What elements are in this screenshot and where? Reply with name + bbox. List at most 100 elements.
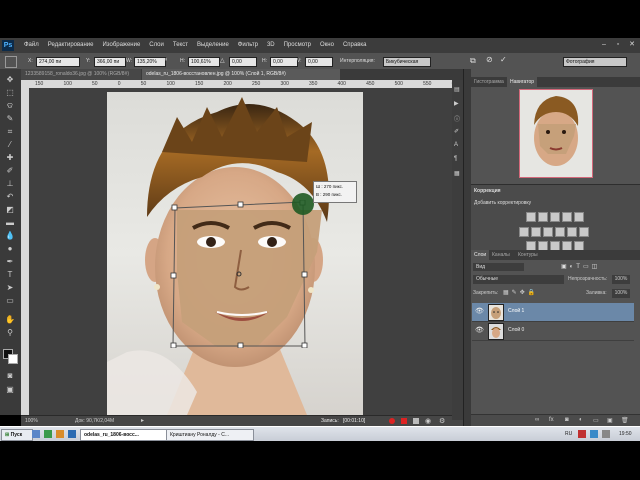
quick-select-tool-icon[interactable]: ✎ — [5, 114, 15, 124]
path-select-icon[interactable]: ➤ — [5, 283, 15, 293]
record-icon[interactable] — [389, 418, 395, 424]
healing-tool-icon[interactable]: ✚ — [5, 153, 15, 163]
layer-style-icon[interactable]: fx — [549, 417, 554, 423]
hskew-field[interactable]: 0,00 — [270, 57, 298, 67]
menu-view[interactable]: Просмотр — [284, 38, 311, 53]
tab-channels[interactable]: Каналы — [489, 250, 513, 260]
y-field[interactable]: 366,00 пи — [94, 57, 126, 67]
tab-layers[interactable]: Слои — [471, 250, 490, 260]
menu-layers[interactable]: Слои — [149, 38, 164, 53]
ps-quicklaunch-icon[interactable] — [68, 430, 76, 438]
taskbar-item-browser[interactable]: Криштиану Роналду - С... — [166, 429, 254, 441]
group-icon[interactable]: ▭ — [593, 417, 599, 424]
maximize-icon[interactable]: ▫ — [614, 41, 622, 49]
menu-type[interactable]: Текст — [173, 38, 188, 53]
history-brush-icon[interactable]: ↶ — [5, 192, 15, 202]
exposure-icon[interactable] — [562, 212, 572, 222]
dodge-tool-icon[interactable]: ● — [5, 244, 15, 254]
zoom-tool-icon[interactable]: ⚲ — [5, 328, 15, 338]
levels-icon[interactable] — [538, 212, 548, 222]
blend-mode-select[interactable]: Обычные — [473, 275, 564, 284]
menu-image[interactable]: Изображение — [102, 38, 140, 53]
curves-icon[interactable] — [550, 212, 560, 222]
quick-mask-icon[interactable]: ◙ — [5, 371, 15, 381]
eraser-tool-icon[interactable]: ◩ — [5, 205, 15, 215]
brush-panel-icon[interactable]: ✐ — [454, 128, 459, 135]
brightness-icon[interactable] — [526, 212, 536, 222]
paragraph-panel-icon[interactable]: ¶ — [454, 156, 457, 162]
background-color-swatch[interactable] — [8, 354, 18, 364]
stamp-tool-icon[interactable]: ⊥ — [5, 179, 15, 189]
menu-window[interactable]: Окно — [320, 38, 334, 53]
actions-panel-icon[interactable]: ▶ — [454, 100, 459, 107]
camera-icon[interactable]: ◉ — [425, 417, 431, 426]
w-field[interactable]: 135,20% — [134, 57, 166, 67]
document-canvas[interactable]: Ш : 270 пикс. В : 290 пикс. — [29, 88, 463, 415]
tab-odelas[interactable]: odelas_ru_1806-восстановлен.jpg @ 100% (… — [142, 69, 340, 80]
folder-icon[interactable] — [56, 430, 64, 438]
interpolation-select[interactable]: Бикубическая — [383, 57, 431, 67]
tray-icon[interactable] — [602, 430, 610, 438]
color-lookup-icon[interactable] — [579, 227, 589, 237]
type-tool-icon[interactable]: T — [5, 270, 15, 280]
menu-help[interactable]: Справка — [343, 38, 367, 53]
menu-filter[interactable]: Фильтр — [238, 38, 258, 53]
vibrance-icon[interactable] — [574, 212, 584, 222]
layer-row[interactable]: 👁 Слой 0 — [472, 322, 634, 341]
move-tool-icon[interactable]: ✥ — [5, 75, 15, 85]
hand-tool-icon[interactable]: ✋ — [5, 315, 15, 325]
layer-mask-icon[interactable]: ◙ — [565, 417, 569, 423]
info-panel-icon[interactable]: ⓘ — [454, 114, 460, 123]
commit-transform-icon[interactable]: ✓ — [500, 55, 507, 64]
taskbar-item-photoshop[interactable]: odelas_ru_1806-восс... — [80, 429, 168, 441]
transform-tool-icon[interactable] — [5, 56, 17, 68]
quicklaunch-icon[interactable] — [44, 430, 52, 438]
x-field[interactable]: 274,00 пи — [36, 57, 80, 67]
hue-saturation-icon[interactable] — [519, 227, 529, 237]
swatches-panel-icon[interactable]: ▦ — [454, 170, 460, 177]
settings-icon[interactable]: ⚙ — [439, 417, 445, 426]
zoom-level[interactable]: 100% — [25, 417, 38, 426]
warp-icon[interactable]: ⧉ — [470, 56, 476, 66]
vskew-field[interactable]: 0,00 — [305, 57, 333, 67]
brush-tool-icon[interactable]: ✐ — [5, 166, 15, 176]
adjustment-layer-icon[interactable]: ◐ — [579, 417, 583, 423]
eyedropper-tool-icon[interactable]: ⁄ — [5, 140, 15, 150]
desktop-icon[interactable] — [32, 430, 40, 438]
language-indicator[interactable]: RU — [565, 429, 572, 439]
close-icon[interactable]: ✕ — [628, 41, 636, 49]
new-layer-icon[interactable]: ▣ — [607, 417, 613, 424]
gradient-tool-icon[interactable]: ▬ — [5, 218, 15, 228]
tray-icon[interactable] — [590, 430, 598, 438]
photo-filter-icon[interactable] — [555, 227, 565, 237]
history-panel-icon[interactable]: ▤ — [454, 86, 460, 93]
color-balance-icon[interactable] — [531, 227, 541, 237]
free-transform-box[interactable] — [169, 200, 309, 348]
lock-icons[interactable]: ▦✎✥🔒 — [503, 289, 538, 298]
cancel-transform-icon[interactable]: ⊘ — [486, 55, 493, 64]
layer-row[interactable]: 👁 Слой 1 — [472, 303, 634, 322]
shape-tool-icon[interactable]: ▭ — [5, 296, 15, 306]
menu-edit[interactable]: Редактирование — [48, 38, 94, 53]
tab-histogram[interactable]: Гистограмма — [471, 77, 507, 87]
tab-navigator[interactable]: Навигатор — [507, 77, 538, 87]
angle-field[interactable]: 0,00 — [229, 57, 257, 67]
navigator-preview[interactable] — [519, 89, 593, 178]
layer-filter-select[interactable]: Вид — [473, 263, 524, 271]
marquee-tool-icon[interactable]: ⬚ — [5, 88, 15, 98]
visibility-eye-icon[interactable]: 👁 — [475, 326, 484, 334]
crop-tool-icon[interactable]: ⌗ — [5, 127, 15, 137]
tray-icon[interactable] — [578, 430, 586, 438]
character-panel-icon[interactable]: A — [454, 142, 458, 148]
workspace-select[interactable]: Фотография — [563, 57, 627, 67]
tab-paths[interactable]: Контуры — [515, 250, 541, 260]
channel-mixer-icon[interactable] — [567, 227, 577, 237]
fill-field[interactable]: 100% — [612, 289, 630, 298]
menu-file[interactable]: Файл — [24, 38, 39, 53]
delete-layer-icon[interactable]: 🗑 — [621, 417, 629, 424]
layer-filter-icons[interactable]: ▣◐T▭◫ — [561, 263, 600, 270]
menu-select[interactable]: Выделение — [197, 38, 229, 53]
screen-mode-icon[interactable]: ▣ — [5, 385, 15, 395]
menu-3d[interactable]: 3D — [267, 38, 275, 53]
pen-tool-icon[interactable]: ✒ — [5, 257, 15, 267]
